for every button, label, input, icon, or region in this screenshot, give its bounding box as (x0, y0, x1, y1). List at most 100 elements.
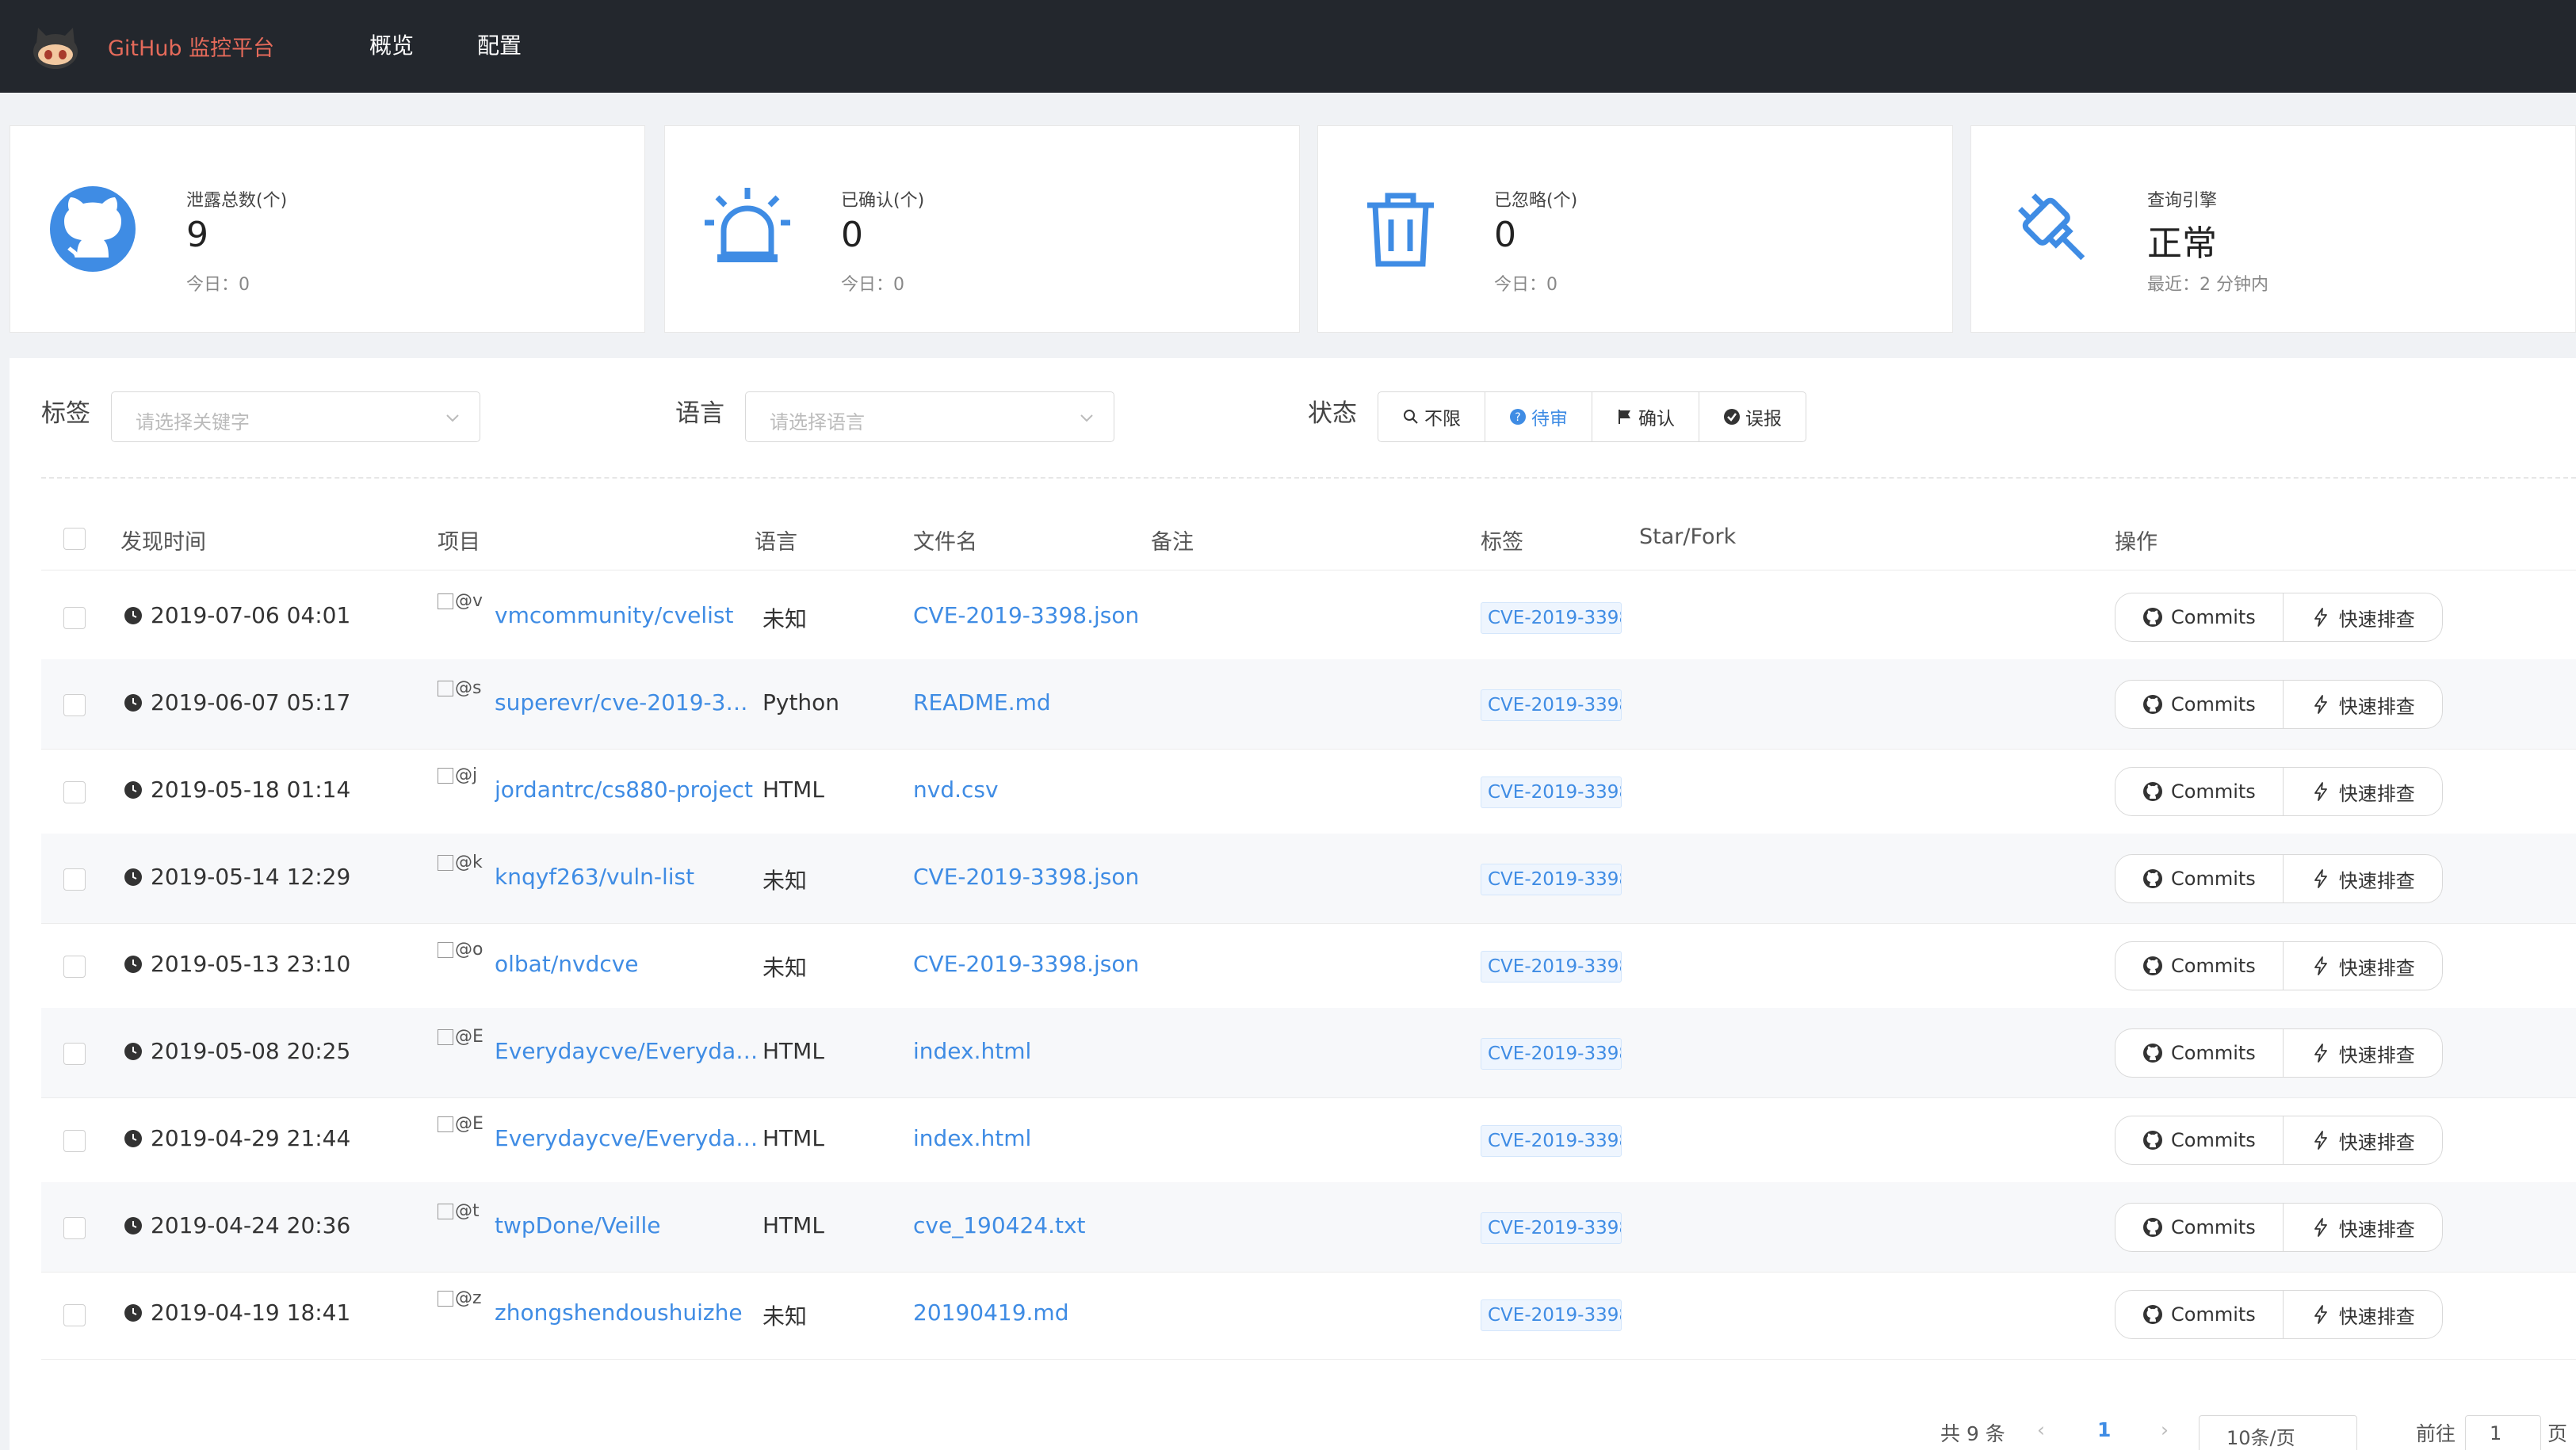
row-checkbox[interactable] (63, 1304, 86, 1326)
filename-link[interactable]: 20190419.md (913, 1299, 1159, 1326)
filename-link[interactable]: README.md (913, 689, 1159, 715)
status-option-pending[interactable]: ? 待审 (1485, 392, 1592, 441)
avatar-alt-text: @s (455, 678, 482, 698)
avatar-alt-text: @E (455, 1027, 483, 1047)
commits-button[interactable]: Commits (2115, 1204, 2283, 1251)
quick-check-button[interactable]: 快速排查 (2282, 1116, 2442, 1164)
found-time: 2019-05-18 01:14 (124, 777, 350, 803)
nav-config[interactable]: 配置 (477, 29, 522, 60)
commits-button[interactable]: Commits (2115, 1029, 2283, 1077)
github-icon (2143, 695, 2162, 714)
broken-image-icon (438, 855, 453, 871)
tag-badge: CVE-2019-3398 (1481, 1038, 1622, 1070)
clock-icon (124, 1129, 142, 1147)
github-icon (2143, 1044, 2162, 1063)
project-link[interactable]: Everydaycve/Everydaycve (495, 1125, 761, 1151)
project-link[interactable]: twpDone/Veille (495, 1212, 761, 1238)
quick-check-label: 快速排查 (2338, 695, 2415, 718)
avatar-alt-text: @E (455, 1114, 483, 1134)
prev-page-icon[interactable]: ‹ (2037, 1418, 2045, 1441)
filename-link[interactable]: index.html (913, 1038, 1159, 1064)
row-checkbox[interactable] (63, 694, 86, 716)
row-checkbox[interactable] (63, 1043, 86, 1065)
col-project: 项目 (438, 530, 480, 555)
select-all-checkbox[interactable] (63, 528, 86, 550)
commits-button[interactable]: Commits (2115, 768, 2283, 815)
page-number[interactable]: 1 (2097, 1418, 2111, 1441)
filename-link[interactable]: CVE-2019-3398.json (913, 951, 1159, 977)
avatar: @j (438, 765, 488, 794)
row-checkbox[interactable] (63, 1217, 86, 1239)
trash-icon (1367, 193, 1434, 267)
next-page-icon[interactable]: › (2161, 1418, 2169, 1441)
row-checkbox[interactable] (63, 607, 86, 629)
lang-select[interactable]: 请选择语言 (745, 391, 1114, 442)
found-time-text: 2019-05-13 23:10 (151, 951, 351, 977)
language-cell: HTML (762, 1038, 824, 1064)
filename-link[interactable]: CVE-2019-3398.json (913, 602, 1159, 628)
filename-link[interactable]: nvd.csv (913, 777, 1159, 803)
search-icon (1404, 410, 1418, 424)
status-option-false-positive[interactable]: 误报 (1699, 392, 1806, 441)
commits-button[interactable]: Commits (2115, 942, 2283, 990)
pagination-total: 共 9 条 (1940, 1422, 2005, 1445)
row-checkbox[interactable] (63, 956, 86, 978)
quick-check-button[interactable]: 快速排查 (2282, 855, 2442, 902)
github-icon (2143, 956, 2162, 975)
quick-check-button[interactable]: 快速排查 (2282, 1204, 2442, 1251)
brand-title[interactable]: GitHub 监控平台 (108, 31, 274, 62)
language-cell: HTML (762, 777, 824, 803)
project-link[interactable]: knqyf263/vuln-list (495, 864, 761, 890)
found-time-text: 2019-05-18 01:14 (151, 777, 351, 803)
nav-overview[interactable]: 概览 (369, 29, 414, 60)
filter-lang-label: 语言 (675, 399, 724, 428)
col-note: 备注 (1151, 530, 1194, 555)
row-checkbox[interactable] (63, 781, 86, 803)
filename-link[interactable]: cve_190424.txt (913, 1212, 1159, 1238)
found-time-text: 2019-06-07 05:17 (151, 689, 351, 715)
lang-select-placeholder: 请选择语言 (770, 411, 865, 433)
status-option-all[interactable]: 不限 (1378, 392, 1485, 441)
avatar: @s (438, 678, 488, 707)
project-link[interactable]: olbat/nvdcve (495, 951, 761, 977)
project-link[interactable]: jordantrc/cs880-project (495, 777, 761, 803)
quick-check-button[interactable]: 快速排查 (2282, 1291, 2442, 1338)
quick-check-button[interactable]: 快速排查 (2282, 768, 2442, 815)
status-option-confirmed[interactable]: 确认 (1592, 392, 1699, 441)
github-icon (50, 186, 136, 272)
goto-page-input[interactable]: 1 (2465, 1415, 2541, 1450)
commits-button[interactable]: Commits (2115, 855, 2283, 902)
table-row: 2019-04-29 21:44 @E Everydaycve/Everydaycv… (41, 1095, 2576, 1185)
row-checkbox[interactable] (63, 1130, 86, 1152)
broken-image-icon (438, 1291, 453, 1307)
found-time: 2019-04-29 21:44 (124, 1125, 350, 1151)
language-cell: 未知 (762, 955, 808, 981)
commits-button[interactable]: Commits (2115, 1116, 2283, 1164)
filename-link[interactable]: index.html (913, 1125, 1159, 1151)
quick-check-button[interactable]: 快速排查 (2282, 1029, 2442, 1077)
language-cell: 未知 (762, 606, 808, 632)
project-link[interactable]: zhongshendoushuizhe (495, 1299, 761, 1326)
github-icon (2143, 1131, 2162, 1150)
commits-button[interactable]: Commits (2115, 1291, 2283, 1338)
lightning-icon (2314, 956, 2327, 975)
table-row: 2019-05-18 01:14 @j jordantrc/cs880-projec… (41, 746, 2576, 837)
filename-link[interactable]: CVE-2019-3398.json (913, 864, 1159, 890)
commits-button[interactable]: Commits (2115, 681, 2283, 728)
project-link[interactable]: superevr/cve-2019-3398 (495, 689, 761, 715)
avatar-alt-text: @v (455, 591, 483, 611)
project-link[interactable]: Everydaycve/Everydaycve (495, 1038, 761, 1064)
avatar: @z (438, 1288, 488, 1317)
project-link[interactable]: vmcommunity/cvelist (495, 602, 761, 628)
tag-select[interactable]: 请选择关键字 (111, 391, 480, 442)
page-size-select[interactable]: 10条/页 (2199, 1415, 2357, 1450)
github-icon (2143, 1218, 2162, 1237)
row-checkbox[interactable] (63, 868, 86, 891)
quick-check-button[interactable]: 快速排查 (2282, 942, 2442, 990)
avatar: @o (438, 940, 488, 968)
quick-check-button[interactable]: 快速排查 (2282, 681, 2442, 728)
row-actions: Commits 快速排查 (2115, 593, 2443, 642)
commits-button[interactable]: Commits (2115, 593, 2283, 641)
quick-check-button[interactable]: 快速排查 (2282, 593, 2442, 641)
row-actions: Commits 快速排查 (2115, 1116, 2443, 1165)
